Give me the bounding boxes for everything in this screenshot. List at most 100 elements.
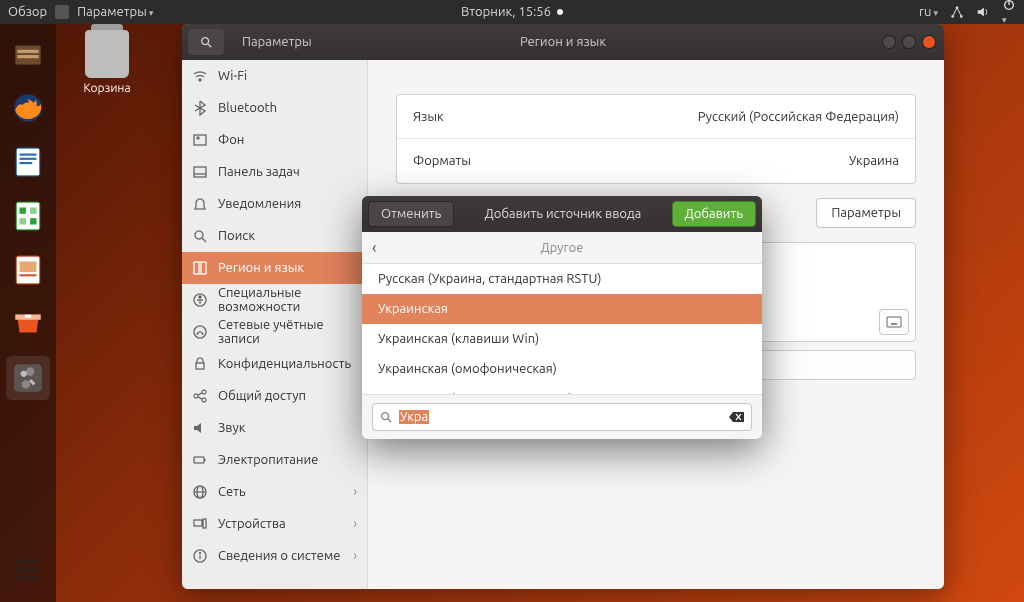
keyboard-indicator[interactable]: ru <box>919 5 938 19</box>
sidebar-item-label: Сведения о системе <box>218 549 341 563</box>
cancel-button[interactable]: Отменить <box>368 201 454 227</box>
sidebar-item-label: Общий доступ <box>218 389 306 403</box>
input-source-option[interactable]: Украинская (омофоническая) <box>362 354 762 384</box>
window-maximize-button[interactable] <box>902 35 916 49</box>
sidebar-item-label: Конфиденциальность <box>218 357 351 371</box>
sidebar-item-wifi[interactable]: Wi-Fi <box>182 60 367 92</box>
titlebar-left-title: Параметры <box>242 35 312 49</box>
sidebar-item-label: Фон <box>218 133 244 147</box>
input-source-option[interactable]: Русская (Украина, стандартная RSTU) <box>362 264 762 294</box>
dialog-category-bar: ‹ Другое <box>362 232 762 264</box>
manage-languages-button[interactable]: Параметры <box>816 198 916 228</box>
back-button[interactable]: ‹ <box>372 239 377 257</box>
language-formats-list: Язык Русский (Российская Федерация) Форм… <box>396 94 916 184</box>
top-panel: Обзор Параметры Вторник, 15:56 ru <box>0 0 1024 24</box>
sidebar-item-power[interactable]: Электропитание <box>182 444 367 476</box>
notification-dot-icon <box>557 9 563 15</box>
settings-titlebar: Параметры Регион и язык <box>182 24 944 60</box>
dock-impress-icon[interactable] <box>6 248 50 292</box>
sidebar-item-label: Специальные возможности <box>218 286 357 314</box>
sidebar-item-bluetooth[interactable]: Bluetooth <box>182 92 367 124</box>
chevron-right-icon: › <box>353 549 357 563</box>
sidebar-item-network[interactable]: Сеть› <box>182 476 367 508</box>
sidebar-item-label: Звук <box>218 421 245 435</box>
app-menu-label[interactable]: Параметры <box>77 5 153 19</box>
sidebar-item-label: Электропитание <box>218 453 318 467</box>
bell-icon <box>192 196 208 212</box>
dialog-header: Отменить Добавить источник ввода Добавит… <box>362 196 762 232</box>
sidebar-item-label: Сетевые учётные записи <box>218 318 357 346</box>
region-icon <box>192 260 208 276</box>
network-icon <box>192 484 208 500</box>
sidebar-item-region[interactable]: Регион и язык <box>182 252 367 284</box>
input-source-option[interactable]: Украинская <box>362 294 762 324</box>
window-close-button[interactable] <box>922 35 936 49</box>
trash-label: Корзина <box>72 82 142 95</box>
add-button[interactable]: Добавить <box>672 201 756 227</box>
sidebar-item-about[interactable]: Сведения о системе › <box>182 540 367 572</box>
search-value: Укра <box>399 410 429 424</box>
clock[interactable]: Вторник, 15:56 <box>461 5 551 19</box>
input-source-option[interactable]: Украинская (печатная машинка) <box>362 384 762 394</box>
sidebar-item-sound[interactable]: Звук <box>182 412 367 444</box>
dock-writer-icon[interactable] <box>6 140 50 184</box>
about-icon <box>192 548 208 564</box>
sidebar-item-label: Сеть <box>218 485 246 499</box>
language-row[interactable]: Язык Русский (Российская Федерация) <box>397 95 915 139</box>
sidebar-item-label: Поиск <box>218 229 255 243</box>
power-indicator-icon[interactable] <box>1002 0 1016 26</box>
language-label: Язык <box>413 110 444 124</box>
dock-software-icon[interactable] <box>6 302 50 346</box>
dock-files-icon[interactable] <box>6 32 50 76</box>
sidebar-item-label: Регион и язык <box>218 261 304 275</box>
sidebar-item-dock[interactable]: Панель задач <box>182 156 367 188</box>
app-menu-icon[interactable] <box>55 5 69 19</box>
search-icon <box>192 228 208 244</box>
volume-indicator-icon[interactable] <box>976 5 990 19</box>
titlebar-center-title: Регион и язык <box>520 35 606 49</box>
power-icon <box>192 452 208 468</box>
sidebar-item-label: Панель задач <box>218 165 300 179</box>
chevron-right-icon: › <box>353 517 357 531</box>
bluetooth-icon <box>192 100 208 116</box>
language-value: Русский (Российская Федерация) <box>698 110 899 124</box>
sidebar-item-lock[interactable]: Конфиденциальность <box>182 348 367 380</box>
dock-calc-icon[interactable] <box>6 194 50 238</box>
devices-icon <box>192 516 208 532</box>
sidebar-item-label: Устройства <box>218 517 286 531</box>
activities-button[interactable]: Обзор <box>8 5 47 19</box>
dock-icon <box>192 164 208 180</box>
share-icon <box>192 388 208 404</box>
sidebar-item-a11y[interactable]: Специальные возможности <box>182 284 367 316</box>
clear-search-icon[interactable] <box>729 411 745 423</box>
sidebar-item-background[interactable]: Фон <box>182 124 367 156</box>
window-minimize-button[interactable] <box>882 35 896 49</box>
keyboard-layout-preview-button[interactable] <box>879 309 909 335</box>
desktop-trash[interactable]: Корзина <box>72 30 142 95</box>
sidebar-item-bell[interactable]: Уведомления <box>182 188 367 220</box>
sidebar-item-label: Wi-Fi <box>218 69 247 83</box>
search-icon <box>379 410 393 424</box>
input-source-option[interactable]: Украинская (клавиши Win) <box>362 324 762 354</box>
settings-sidebar: Wi-Fi Bluetooth Фон Панель задач Уведомления… <box>182 60 368 589</box>
sidebar-item-search[interactable]: Поиск <box>182 220 367 252</box>
sound-icon <box>192 420 208 436</box>
sidebar-item-devices[interactable]: Устройства › <box>182 508 367 540</box>
search-input[interactable]: Укра <box>372 403 752 431</box>
dock <box>0 24 56 602</box>
dock-firefox-icon[interactable] <box>6 86 50 130</box>
sidebar-item-share[interactable]: Общий доступ <box>182 380 367 412</box>
add-input-source-dialog: Отменить Добавить источник ввода Добавит… <box>362 196 762 439</box>
dialog-title: Добавить источник ввода <box>485 207 642 221</box>
sidebar-item-accounts[interactable]: Сетевые учётные записи <box>182 316 367 348</box>
wifi-icon <box>192 68 208 84</box>
accounts-icon <box>192 324 208 340</box>
dock-settings-icon[interactable] <box>6 356 50 400</box>
show-applications-button[interactable] <box>6 548 50 592</box>
trash-icon <box>85 30 129 78</box>
formats-row[interactable]: Форматы Украина <box>397 139 915 183</box>
titlebar-search-button[interactable] <box>188 29 224 55</box>
formats-label: Форматы <box>413 154 471 168</box>
formats-value: Украина <box>849 154 899 168</box>
network-indicator-icon[interactable] <box>950 5 964 19</box>
